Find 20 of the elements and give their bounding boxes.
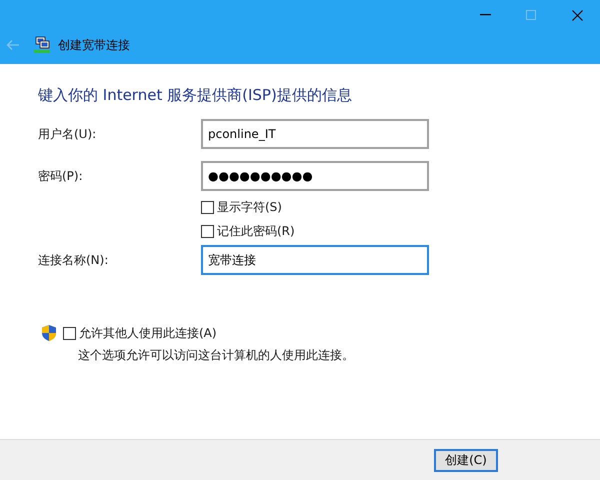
checkbox[interactable] bbox=[63, 326, 76, 340]
checkbox[interactable] bbox=[201, 200, 214, 214]
connection-name-field[interactable]: 宽带连接 bbox=[201, 245, 429, 275]
create-button[interactable]: 创建(C) bbox=[434, 448, 498, 472]
minimize-icon[interactable] bbox=[480, 14, 490, 16]
password-field[interactable]: ●●●●●●●●●● bbox=[201, 161, 429, 191]
option-description: 这个选项允许可以访问这台计算机的人使用此连接。 bbox=[78, 347, 355, 364]
username-field[interactable]: pconline_IT bbox=[201, 119, 429, 149]
shield-icon bbox=[41, 324, 57, 342]
field-label: 用户名(U): bbox=[38, 126, 98, 142]
network-connection-icon bbox=[33, 36, 51, 54]
checkbox-label[interactable]: 记住此密码(R) bbox=[217, 222, 295, 240]
window-title: 创建宽带连接 bbox=[58, 36, 130, 54]
field-label: 密码(P): bbox=[38, 168, 84, 184]
checkbox[interactable] bbox=[201, 224, 214, 238]
checkbox-label[interactable]: 允许其他人使用此连接(A) bbox=[79, 324, 217, 342]
page-heading: 键入你的 Internet 服务提供商(ISP)提供的信息 bbox=[38, 86, 353, 105]
checkbox-label[interactable]: 显示字符(S) bbox=[217, 198, 282, 216]
close-icon[interactable] bbox=[572, 10, 582, 20]
field-label: 连接名称(N): bbox=[38, 252, 110, 268]
